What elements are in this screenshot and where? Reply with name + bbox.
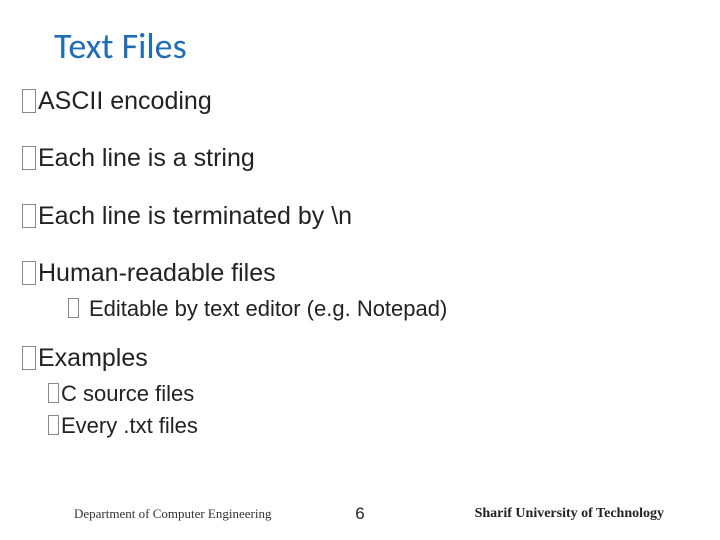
bullet-marker-icon xyxy=(22,346,36,370)
bullet-text: Every .txt files xyxy=(61,412,198,441)
sub-bullet-item: Editable by text editor (e.g. Notepad) xyxy=(68,295,720,323)
footer-department: Department of Computer Engineering xyxy=(74,506,271,522)
bullet-text: Editable by text editor (e.g. Notepad) xyxy=(89,295,447,323)
bullet-text: Examples xyxy=(38,343,148,374)
bullet-marker-icon xyxy=(48,415,59,435)
slide-title: Text Files xyxy=(0,24,720,68)
sub-bullet-item: Every .txt files xyxy=(48,412,720,441)
bullet-item: Each line is terminated by \n xyxy=(22,201,720,232)
bullet-marker-icon xyxy=(22,146,36,170)
slide: Text Files ASCII encoding Each line is a… xyxy=(0,0,720,540)
bullet-item: Each line is a string xyxy=(22,143,720,174)
slide-footer: Department of Computer Engineering 6 Sha… xyxy=(0,506,720,522)
bullet-text: C source files xyxy=(61,380,194,409)
bullet-item: Examples xyxy=(22,343,720,374)
bullet-item: ASCII encoding xyxy=(22,86,720,117)
bullet-item: Human-readable files xyxy=(22,258,720,289)
sub-bullet-item: C source files xyxy=(48,380,720,409)
bullet-marker-icon xyxy=(48,383,59,403)
bullet-text: ASCII encoding xyxy=(38,86,212,117)
bullet-marker-icon xyxy=(68,298,79,318)
bullet-marker-icon xyxy=(22,204,36,228)
page-number: 6 xyxy=(355,504,364,524)
bullet-text: Each line is a string xyxy=(38,143,255,174)
slide-content: ASCII encoding Each line is a string Eac… xyxy=(0,86,720,441)
bullet-text: Human-readable files xyxy=(38,258,276,289)
bullet-marker-icon xyxy=(22,261,36,285)
bullet-text: Each line is terminated by \n xyxy=(38,201,352,232)
bullet-marker-icon xyxy=(22,89,36,113)
footer-university: Sharif University of Technology xyxy=(475,506,664,522)
